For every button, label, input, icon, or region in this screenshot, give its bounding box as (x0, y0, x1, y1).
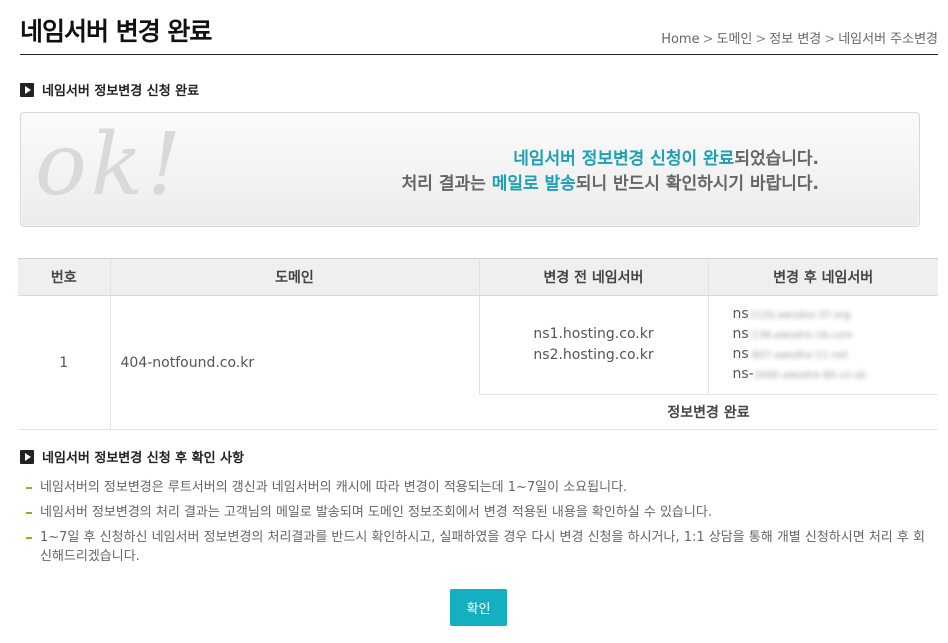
ok-text: 처리 결과는 (401, 174, 492, 194)
breadcrumb-separator: > (755, 32, 767, 47)
ok-message: 네임서버 정보변경 신청이 완료되었습니다. 처리 결과는 메일로 발송되니 반… (402, 147, 819, 197)
ok-highlight: 네임서버 정보변경 신청이 완료 (513, 149, 735, 169)
section-title-complete: 네임서버 정보변경 신청 완료 (20, 80, 199, 99)
after-ns-blurred: 1120.awsdns-37.org (748, 310, 851, 321)
after-ns-4: ns-2000.awsdns-60.co.uk (733, 365, 939, 385)
row-after-ns: ns1120.awsdns-37.org ns-136.awsdns-16.co… (707, 295, 939, 395)
page-header: 네임서버 변경 완료 Home > 도메인 > 정보 변경 > 네임서버 주소변경 (20, 0, 938, 55)
ok-text: 되니 반드시 확인하시기 바랍니다. (575, 174, 819, 194)
ok-message-line2: 처리 결과는 메일로 발송되니 반드시 확인하시기 바랍니다. (402, 172, 819, 197)
section-title-text: 네임서버 정보변경 신청 후 확인 사항 (42, 451, 245, 466)
header-number: 번호 (18, 258, 110, 296)
section-title-notes: 네임서버 정보변경 신청 후 확인 사항 (20, 447, 244, 466)
header-domain: 도메인 (109, 258, 479, 296)
breadcrumb-current: 네임서버 주소변경 (838, 32, 938, 47)
nameserver-table: 번호 도메인 변경 전 네임서버 변경 후 네임서버 1 404-notfoun… (18, 258, 938, 430)
list-item: 1~7일 후 신청하신 네임서버 정보변경의 처리결과를 반드시 확인하시고, … (26, 528, 926, 566)
breadcrumb-separator: > (824, 32, 836, 47)
ok-banner: ok! 네임서버 정보변경 신청이 완료되었습니다. 처리 결과는 메일로 발송… (20, 112, 920, 227)
row-number: 1 (18, 295, 110, 430)
status-cell: 정보변경 완료 (479, 394, 938, 430)
breadcrumb-home[interactable]: Home (661, 32, 699, 47)
table-header-row: 번호 도메인 변경 전 네임서버 변경 후 네임서버 (18, 258, 938, 296)
after-ns-blurred: 2000.awsdns-60.co.uk (753, 370, 867, 381)
confirm-button[interactable]: 확인 (450, 589, 507, 626)
after-ns-2: ns-136.awsdns-16.com (733, 325, 939, 345)
table-row: 1 404-notfound.co.kr ns1.hosting.co.kr n… (18, 295, 939, 430)
after-ns-1: ns1120.awsdns-37.org (733, 305, 939, 325)
list-item: 네임서버의 정보변경은 루트서버의 갱신과 네임서버의 캐시에 따라 변경이 적… (26, 478, 926, 497)
header-before-ns: 변경 전 네임서버 (478, 258, 708, 296)
arrow-bullet-icon (20, 449, 34, 464)
row-before-ns: ns1.hosting.co.kr ns2.hosting.co.kr (478, 295, 708, 395)
notes-list: 네임서버의 정보변경은 루트서버의 갱신과 네임서버의 캐시에 따라 변경이 적… (26, 478, 926, 572)
before-ns-1: ns1.hosting.co.kr (533, 326, 654, 342)
breadcrumb: Home > 도메인 > 정보 변경 > 네임서버 주소변경 (661, 28, 938, 47)
after-ns-blurred: -807.awsdns-11.net (748, 350, 848, 361)
page-title: 네임서버 변경 완료 (20, 17, 212, 46)
ok-message-line1: 네임서버 정보변경 신청이 완료되었습니다. (402, 147, 819, 172)
header-after-ns: 변경 후 네임서버 (707, 258, 938, 296)
after-ns-prefix: ns (732, 346, 749, 362)
ok-highlight: 메일로 발송 (491, 174, 576, 194)
after-ns-prefix: ns (732, 306, 749, 322)
section-title-text: 네임서버 정보변경 신청 완료 (42, 84, 200, 99)
breadcrumb-info-change[interactable]: 정보 변경 (769, 32, 821, 47)
after-ns-blurred: -136.awsdns-16.com (748, 330, 853, 341)
before-ns-2: ns2.hosting.co.kr (533, 347, 654, 363)
after-ns-3: ns-807.awsdns-11.net (733, 345, 939, 365)
arrow-bullet-icon (20, 82, 34, 97)
list-item: 네임서버 정보변경의 처리 결과는 고객님의 메일로 발송되며 도메인 정보조회… (26, 503, 926, 522)
breadcrumb-domain[interactable]: 도메인 (717, 32, 753, 47)
ok-graphic: ok! (35, 115, 186, 215)
after-ns-prefix: ns (732, 326, 749, 342)
row-domain: 404-notfound.co.kr (109, 295, 479, 430)
ok-text: 되었습니다. (734, 149, 819, 169)
after-ns-prefix: ns- (732, 366, 754, 382)
breadcrumb-separator: > (702, 32, 714, 47)
